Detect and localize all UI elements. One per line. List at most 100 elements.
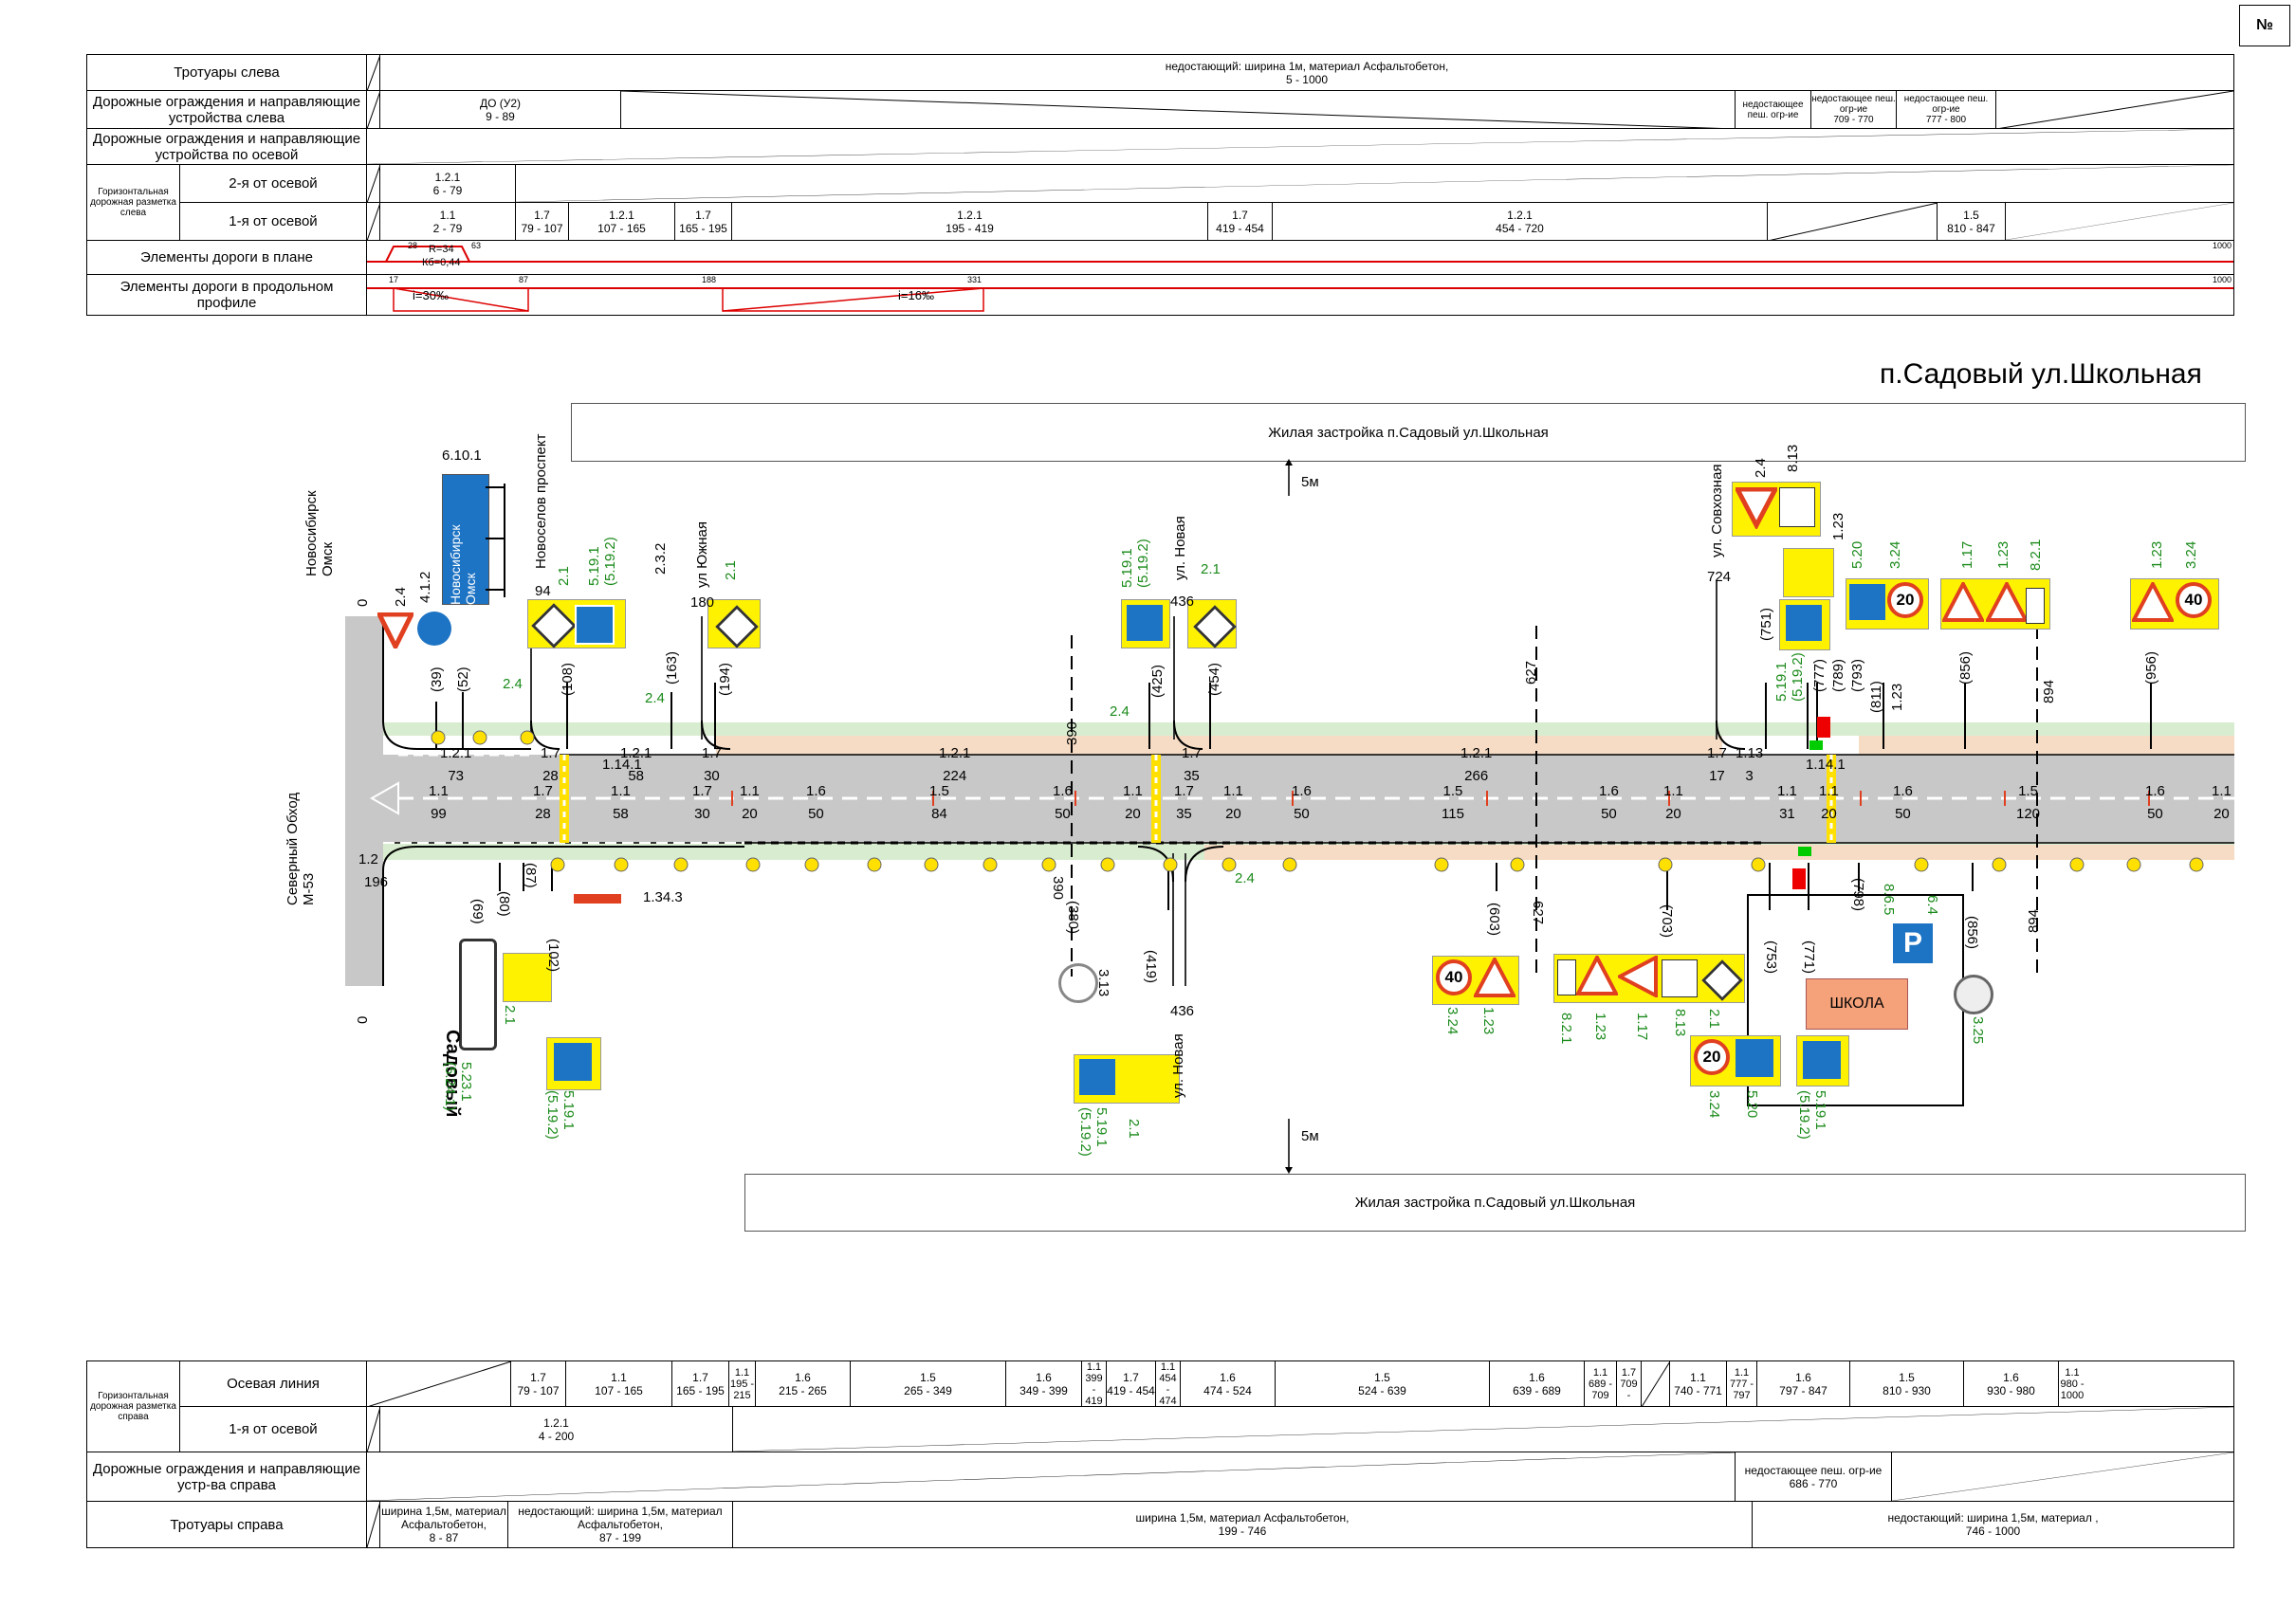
school-label: ШКОЛА: [1829, 995, 1884, 1012]
crosswalk-sign: [1079, 1059, 1115, 1095]
keep-left-sign: [417, 612, 451, 646]
cell: 1.5 265 - 349: [851, 1361, 1006, 1406]
sign-pos: (703): [1659, 904, 1675, 939]
sign-label: 2.1: [556, 566, 572, 586]
bottom-row-axis: Осевая линия 1.7 79 - 107 1.1 107 - 165 1.…: [180, 1361, 2233, 1407]
cell: ширина 1,5м, материал Асфальтобетон, 199…: [733, 1502, 1753, 1547]
sign-label: 2.1: [1126, 1119, 1142, 1139]
settlement-sign: [459, 939, 497, 1050]
sign-label: 5.19.1 (5.19.2): [586, 537, 618, 586]
street-bypass: Северный Обход М-53: [285, 792, 317, 905]
sign-label: 1.23: [1889, 683, 1905, 711]
children-sign: [1986, 582, 2028, 622]
chainage: 436: [1170, 1003, 1195, 1019]
one-way-sign: [1849, 584, 1885, 620]
bottom-row-guard-right: Дорожные ограждения и направляющие устр-…: [87, 1452, 2233, 1502]
sign-label: 1.17: [1634, 1013, 1650, 1041]
lane-mark-label: 1.14.1: [1806, 757, 1846, 773]
sign-label: 2.4: [1235, 870, 1255, 886]
street-novaya-top: ул. Новая: [1172, 516, 1188, 580]
sign-pos: (39): [429, 667, 445, 692]
sign-pos: (753): [1763, 940, 1779, 975]
chainage: 724: [1707, 569, 1732, 585]
sign-label: 6.4: [1924, 895, 1940, 915]
sign-pos: (194): [717, 662, 733, 696]
lane-mark-label: 1.14.1: [602, 757, 642, 773]
lane-mark-label: 1.6 50: [1893, 783, 1913, 822]
children-sign-box: [1783, 548, 1834, 597]
no-entry-sign: [1058, 963, 1098, 1003]
school-building: ШКОЛА: [1806, 978, 1908, 1030]
sign-pos: (777): [1811, 658, 1828, 692]
cell: 1.1 195 - 215: [729, 1361, 756, 1406]
lane-mark-label: 1.7 17: [1707, 745, 1727, 784]
sign-label: 5.20: [1849, 540, 1865, 569]
sign-label: 3.25: [1970, 1016, 1986, 1045]
sign-label: 2.1: [502, 1005, 518, 1025]
cell: [1892, 1452, 2233, 1501]
sign-label: 8.2.1: [1558, 1013, 1574, 1045]
cell: 1.6 639 - 689: [1490, 1361, 1585, 1406]
street-sovkhoznaya: ул. Совхозная: [1709, 464, 1725, 557]
lane-mark-label: 1.7 35: [1174, 783, 1194, 822]
sign-label: 2.4: [1110, 703, 1130, 720]
lane-mark-label: 1.7 28: [533, 783, 553, 822]
sign-label: 2.3.2: [652, 542, 669, 575]
sign-label: 2.1: [723, 560, 739, 580]
sign-label: 6.10.1: [442, 447, 482, 464]
lane-mark-label: 1.1 99: [429, 783, 449, 822]
sign-pos: (425): [1149, 664, 1166, 698]
cell: 1.1 980 - 1000: [2060, 1366, 2085, 1401]
sign-label: 1.23: [1592, 1013, 1608, 1041]
sign-label: 8.2.1: [2028, 539, 2044, 571]
cell: [367, 1452, 1736, 1501]
lane-mark-label: 1.1 20: [1663, 783, 1683, 822]
cell: [733, 1407, 2233, 1452]
sign-label: 3.24: [1706, 1090, 1722, 1119]
sign-label: 5.19.1 (5.19.2): [1796, 1090, 1828, 1140]
lane-mark-label: 1.7 30: [692, 783, 712, 822]
lane-mark-label: 1.1 20: [1223, 783, 1243, 822]
bottom-table: Горизонтальная дорожная разметка справа …: [86, 1360, 2234, 1548]
direction-sign-text: Новосибирск Омск: [448, 524, 478, 605]
lane-mark-label: 1.1 58: [611, 783, 631, 822]
sign-pos: (856): [1957, 650, 1974, 685]
chainage: 180: [690, 594, 715, 611]
cell: 1.6 349 - 399: [1006, 1361, 1082, 1406]
plate-sign: [1662, 959, 1698, 997]
one-way-sign: [1736, 1039, 1773, 1077]
sign-pos: (603): [1486, 903, 1502, 937]
sign-label: 1.34.3: [643, 889, 683, 905]
group-label-right: Горизонтальная дорожная разметка справа: [87, 1361, 180, 1452]
sign-label: 2.4: [1753, 458, 1769, 478]
street-novoselov: Новоселов проспект: [533, 433, 549, 569]
direction-sign-pole: [486, 484, 505, 597]
cell: 1.1 399 - 419: [1082, 1361, 1107, 1406]
speed-limit-sign: 20: [1887, 582, 1923, 618]
distance-plate: [2026, 588, 2045, 624]
sign-label: 1.23: [1995, 540, 2011, 569]
cell: [367, 1502, 380, 1547]
cell: недостающее пеш. огр-ие 686 - 770: [1736, 1452, 1892, 1501]
sign-label: 1.17: [1959, 540, 1975, 569]
sign-pos: (87): [523, 863, 539, 888]
sign-pos: (789): [1830, 658, 1846, 692]
sign-label: 4.1.2: [417, 571, 433, 603]
sign-pos: (856): [1964, 916, 1980, 950]
lane-mark-label: 1.1 20: [740, 783, 760, 822]
sign-pos: (798): [1850, 878, 1866, 912]
cell: 1.5 810 - 930: [1850, 1361, 1964, 1406]
sign-label: 5.23.1 (5.24.1): [442, 1062, 474, 1111]
lane-mark-label: 1.6 50: [1053, 783, 1073, 822]
sign-label: 5.19.1 (5.19.2): [1773, 652, 1806, 702]
chainage: 94: [535, 583, 551, 599]
misc-12: 1.2: [358, 851, 378, 867]
sign-label: 2.1: [1201, 561, 1221, 577]
cell: 1.6 215 - 265: [756, 1361, 851, 1406]
plate-sign: [1779, 487, 1815, 527]
cell: 1.1 777 - 797: [1727, 1361, 1757, 1406]
sign-pos: (108): [560, 662, 576, 696]
chainage: 0: [355, 598, 371, 607]
cell: ширина 1,5м, материал Асфальтобетон, 8 -…: [380, 1502, 508, 1547]
cell: 1.1 740 - 771: [1670, 1361, 1727, 1406]
